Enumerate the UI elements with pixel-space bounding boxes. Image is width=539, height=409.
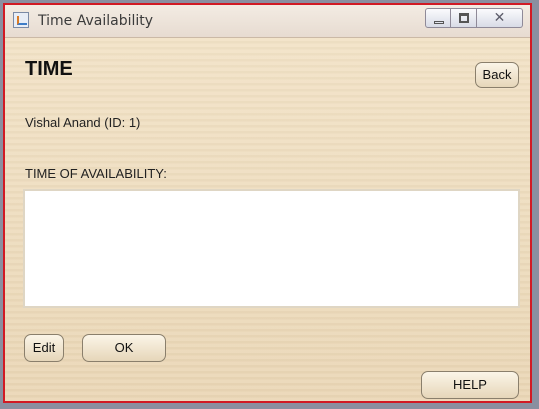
window-title: Time Availability [38,13,154,29]
time-availability-window: Time Availability ✕ TIME Back Vishal Ana… [3,3,532,403]
close-button[interactable]: ✕ [477,8,523,28]
java-app-icon [13,12,29,28]
minimize-button[interactable] [425,8,451,28]
maximize-icon [459,13,469,23]
minimize-icon [434,21,444,24]
ok-button[interactable]: OK [82,334,166,362]
back-button[interactable]: Back [475,62,519,88]
help-button[interactable]: HELP [421,371,519,399]
close-icon: ✕ [493,10,506,26]
maximize-button[interactable] [451,8,477,28]
title-bar[interactable]: Time Availability ✕ [5,5,530,38]
window-controls: ✕ [425,8,523,30]
availability-textarea[interactable] [23,189,520,308]
content-panel: TIME Back Vishal Anand (ID: 1) TIME OF A… [5,38,530,401]
edit-button[interactable]: Edit [24,334,64,362]
person-label: Vishal Anand (ID: 1) [25,115,141,130]
page-title: TIME [25,58,73,80]
availability-label: TIME OF AVAILABILITY: [25,166,167,181]
